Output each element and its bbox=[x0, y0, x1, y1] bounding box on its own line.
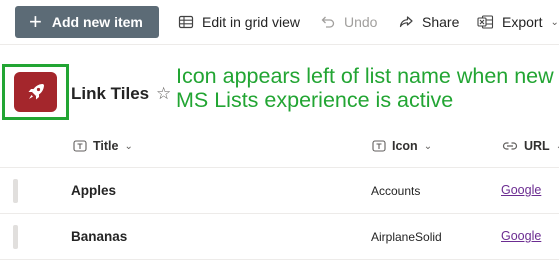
column-header-url-label: URL bbox=[524, 139, 550, 153]
rocket-icon bbox=[28, 84, 44, 100]
list-row[interactable]: Apples Accounts Google bbox=[0, 168, 559, 214]
chevron-down-icon: ⌄ bbox=[550, 16, 559, 28]
row-url-link[interactable]: Google bbox=[501, 183, 541, 197]
row-selection-handle[interactable] bbox=[13, 179, 18, 203]
link-icon bbox=[502, 142, 518, 150]
column-header-title[interactable]: Title ⌄ bbox=[73, 139, 133, 153]
row-url-link[interactable]: Google bbox=[501, 229, 541, 243]
column-header-url[interactable]: URL ⌄ bbox=[502, 139, 559, 153]
text-column-icon bbox=[372, 140, 386, 152]
column-header-icon-label: Icon bbox=[392, 139, 418, 153]
excel-icon bbox=[477, 15, 494, 29]
undo-button[interactable]: Undo bbox=[320, 11, 377, 33]
plus-icon: + bbox=[29, 9, 42, 34]
share-icon bbox=[399, 16, 413, 28]
add-new-item-label: Add new item bbox=[51, 14, 143, 30]
list-logo bbox=[14, 72, 57, 112]
edit-grid-view-button[interactable]: Edit in grid view bbox=[178, 11, 300, 33]
row-selection-handle[interactable] bbox=[13, 225, 18, 249]
add-new-item-button[interactable]: + Add new item bbox=[15, 6, 159, 38]
grid-icon bbox=[178, 15, 194, 29]
list-row[interactable]: Bananas AirplaneSolid Google bbox=[0, 214, 559, 260]
column-header-icon[interactable]: Icon ⌄ bbox=[372, 139, 432, 153]
text-column-icon bbox=[73, 140, 87, 152]
undo-icon bbox=[321, 16, 335, 28]
share-label: Share bbox=[422, 14, 460, 30]
share-button[interactable]: Share bbox=[398, 11, 459, 33]
row-icon-value: AirplaneSolid bbox=[371, 230, 442, 244]
chevron-down-icon: ⌄ bbox=[423, 140, 433, 152]
export-button[interactable]: Export ⌄ bbox=[477, 11, 559, 33]
list-title: Link Tiles bbox=[71, 84, 150, 103]
edit-grid-view-label: Edit in grid view bbox=[202, 14, 301, 30]
toolbar-divider bbox=[0, 44, 559, 45]
annotation-highlight-box bbox=[2, 64, 69, 120]
column-header-title-label: Title bbox=[93, 139, 119, 153]
chevron-down-icon: ⌄ bbox=[124, 140, 133, 152]
row-title[interactable]: Bananas bbox=[71, 229, 127, 244]
annotation-text: Icon appears left of list name when new … bbox=[176, 64, 554, 112]
row-title[interactable]: Apples bbox=[71, 183, 116, 198]
export-label: Export bbox=[502, 14, 543, 30]
row-icon-value: Accounts bbox=[371, 184, 421, 198]
undo-label: Undo bbox=[344, 14, 378, 30]
command-bar: + Add new item Edit in grid view Undo Sh… bbox=[0, 0, 559, 44]
column-header-row: Title ⌄ Icon ⌄ URL ⌄ bbox=[0, 126, 559, 168]
favorite-star-icon[interactable]: ☆ bbox=[156, 84, 171, 104]
